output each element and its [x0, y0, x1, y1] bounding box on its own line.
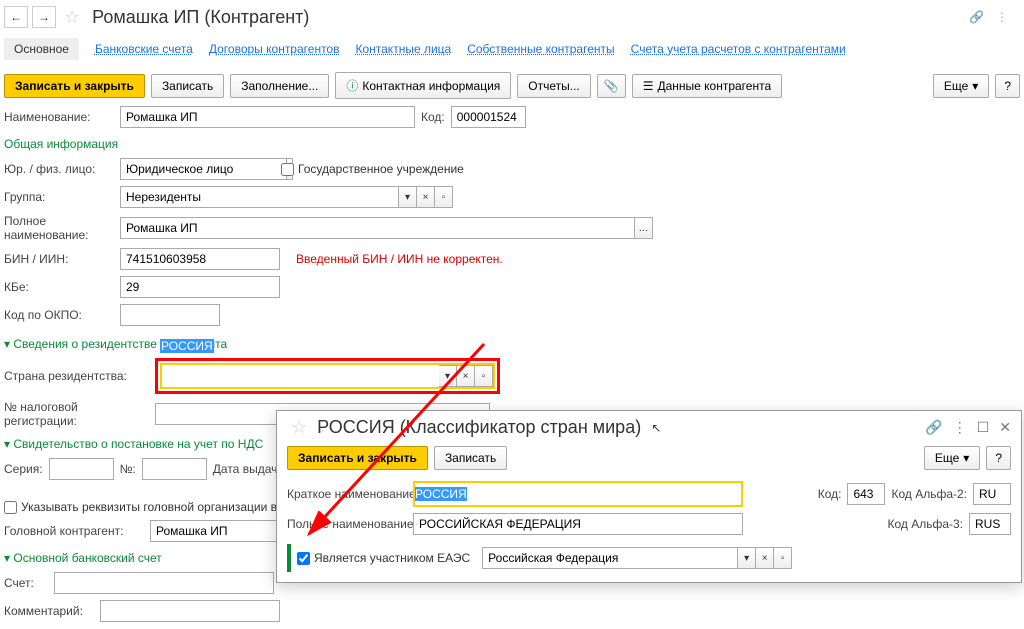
- popup-eaes-wrap[interactable]: Является участником ЕАЭС: [297, 551, 470, 565]
- parent-req-checkbox[interactable]: [4, 501, 17, 514]
- kbe-label: КБе:: [4, 280, 114, 294]
- name-label: Наименование:: [4, 110, 114, 124]
- info-icon: ⓘ: [346, 77, 358, 94]
- bin-error: Введенный БИН / ИИН не корректен.: [296, 252, 503, 266]
- popup-kebab-icon[interactable]: ⋮: [953, 419, 967, 436]
- kbe-input[interactable]: [120, 276, 280, 298]
- popup-help-button[interactable]: ?: [986, 446, 1011, 470]
- fullname-expand-button[interactable]: …: [635, 217, 653, 239]
- fill-button[interactable]: Заполнение...: [230, 74, 329, 98]
- gov-checkbox[interactable]: [281, 163, 294, 176]
- more-button[interactable]: Еще ▾: [933, 74, 989, 98]
- fullname-input[interactable]: [120, 217, 635, 239]
- section-general: Общая информация: [4, 131, 1020, 155]
- popup-close-icon[interactable]: ✕: [999, 419, 1011, 436]
- popup-save-close-button[interactable]: Записать и закрыть: [287, 446, 428, 470]
- gov-checkbox-wrap[interactable]: Государственное учреждение: [281, 162, 464, 176]
- legal-type-input[interactable]: [120, 158, 287, 180]
- popup-alpha3-label: Код Альфа-3:: [887, 517, 963, 531]
- group-dropdown-button[interactable]: ▾: [399, 186, 417, 208]
- popup-eaes-checkbox[interactable]: [297, 552, 310, 565]
- highlight-box: ▾ × ▫: [155, 358, 500, 394]
- group-input[interactable]: [120, 186, 399, 208]
- attach-button[interactable]: 📎: [597, 74, 626, 98]
- popup-fullname-input[interactable]: [413, 513, 743, 535]
- popup-link-icon[interactable]: 🔗: [925, 419, 942, 436]
- country-label: Страна резидентства:: [4, 369, 149, 383]
- tab-contracts[interactable]: Договоры контрагентов: [209, 42, 340, 56]
- country-input[interactable]: [162, 365, 439, 387]
- tab-accounts[interactable]: Счета учета расчетов с контрагентами: [631, 42, 846, 56]
- popup-title: РОССИЯ (Классификатор стран мира): [317, 417, 641, 438]
- group-label: Группа:: [4, 190, 114, 204]
- okpo-input[interactable]: [120, 304, 220, 326]
- popup-eaes-country-input[interactable]: [482, 547, 738, 569]
- popup-shortname-label: Краткое наименование:: [287, 487, 407, 501]
- header-more-icon[interactable]: ⋮: [996, 10, 1008, 24]
- comment-label: Комментарий:: [4, 604, 94, 618]
- popup-code-label: Код:: [818, 487, 842, 501]
- number-input[interactable]: [142, 458, 207, 480]
- country-value-selected: РОССИЯ: [160, 339, 214, 353]
- popup-alpha2-input[interactable]: [973, 483, 1011, 505]
- code-input[interactable]: [451, 106, 526, 128]
- cursor-icon: ↖: [651, 421, 661, 435]
- tab-own[interactable]: Собственные контрагенты: [467, 42, 614, 56]
- country-open-button[interactable]: ▫: [475, 365, 493, 387]
- account-input[interactable]: [54, 572, 274, 594]
- country-popup: ☆ РОССИЯ (Классификатор стран мира) ↖ 🔗 …: [276, 410, 1022, 583]
- contact-info-button[interactable]: ⓘКонтактная информация: [335, 72, 511, 99]
- popup-more-button[interactable]: Еще ▾: [924, 446, 980, 470]
- number-label: №:: [120, 462, 136, 476]
- series-input[interactable]: [49, 458, 114, 480]
- chevron-down-icon: ▾: [963, 451, 969, 465]
- save-button[interactable]: Записать: [151, 74, 224, 98]
- popup-code-input[interactable]: [847, 483, 885, 505]
- popup-star-icon[interactable]: ☆: [291, 417, 307, 438]
- legal-label: Юр. / физ. лицо:: [4, 162, 114, 176]
- popup-save-button[interactable]: Записать: [434, 446, 507, 470]
- counterparty-data-button[interactable]: ☰Данные контрагента: [632, 74, 782, 98]
- country-dropdown-button[interactable]: ▾: [439, 365, 457, 387]
- tab-bank-accounts[interactable]: Банковские счета: [95, 42, 193, 56]
- popup-fullname-label: Полное наименование:: [287, 517, 407, 531]
- help-button[interactable]: ?: [995, 74, 1020, 98]
- tab-main[interactable]: Основное: [4, 38, 79, 60]
- reports-button[interactable]: Отчеты...: [517, 74, 590, 98]
- code-label: Код:: [421, 110, 445, 124]
- save-and-close-button[interactable]: Записать и закрыть: [4, 74, 145, 98]
- popup-eaes-open-button[interactable]: ▫: [774, 547, 792, 569]
- group-open-button[interactable]: ▫: [435, 186, 453, 208]
- parent-input[interactable]: [150, 520, 280, 542]
- chevron-down-icon: ▾: [972, 79, 978, 93]
- list-icon: ☰: [643, 79, 654, 93]
- clip-icon: 📎: [604, 79, 619, 93]
- series-label: Серия:: [4, 462, 43, 476]
- group-clear-button[interactable]: ×: [417, 186, 435, 208]
- popup-alpha2-label: Код Альфа-2:: [891, 487, 967, 501]
- link-icon[interactable]: 🔗: [969, 10, 984, 24]
- comment-input[interactable]: [100, 600, 280, 622]
- okpo-label: Код по ОКПО:: [4, 308, 114, 322]
- tab-contacts[interactable]: Контактные лица: [355, 42, 451, 56]
- name-input[interactable]: [120, 106, 415, 128]
- popup-alpha3-input[interactable]: [969, 513, 1011, 535]
- popup-eaes-dropdown-button[interactable]: ▾: [738, 547, 756, 569]
- page-title: Ромашка ИП (Контрагент): [92, 7, 309, 28]
- popup-maximize-icon[interactable]: ☐: [977, 419, 990, 436]
- nav-back-button[interactable]: ←: [4, 6, 28, 28]
- bin-input[interactable]: [120, 248, 280, 270]
- country-clear-button[interactable]: ×: [457, 365, 475, 387]
- nav-forward-button[interactable]: →: [32, 6, 56, 28]
- bin-label: БИН / ИИН:: [4, 252, 114, 266]
- account-label: Счет:: [4, 576, 48, 590]
- popup-eaes-clear-button[interactable]: ×: [756, 547, 774, 569]
- fullname-label: Полное наименование:: [4, 214, 114, 242]
- section-residence[interactable]: Сведения о резидентстве контрагента: [4, 331, 1020, 355]
- parent-label: Головной контрагент:: [4, 524, 144, 538]
- taxreg-label: № налоговой регистрации:: [4, 400, 149, 428]
- parent-req-wrap[interactable]: Указывать реквизиты головной организации…: [4, 500, 286, 514]
- popup-shortname-selected: РОССИЯ: [415, 487, 467, 501]
- favorite-star-icon[interactable]: ☆: [64, 7, 80, 28]
